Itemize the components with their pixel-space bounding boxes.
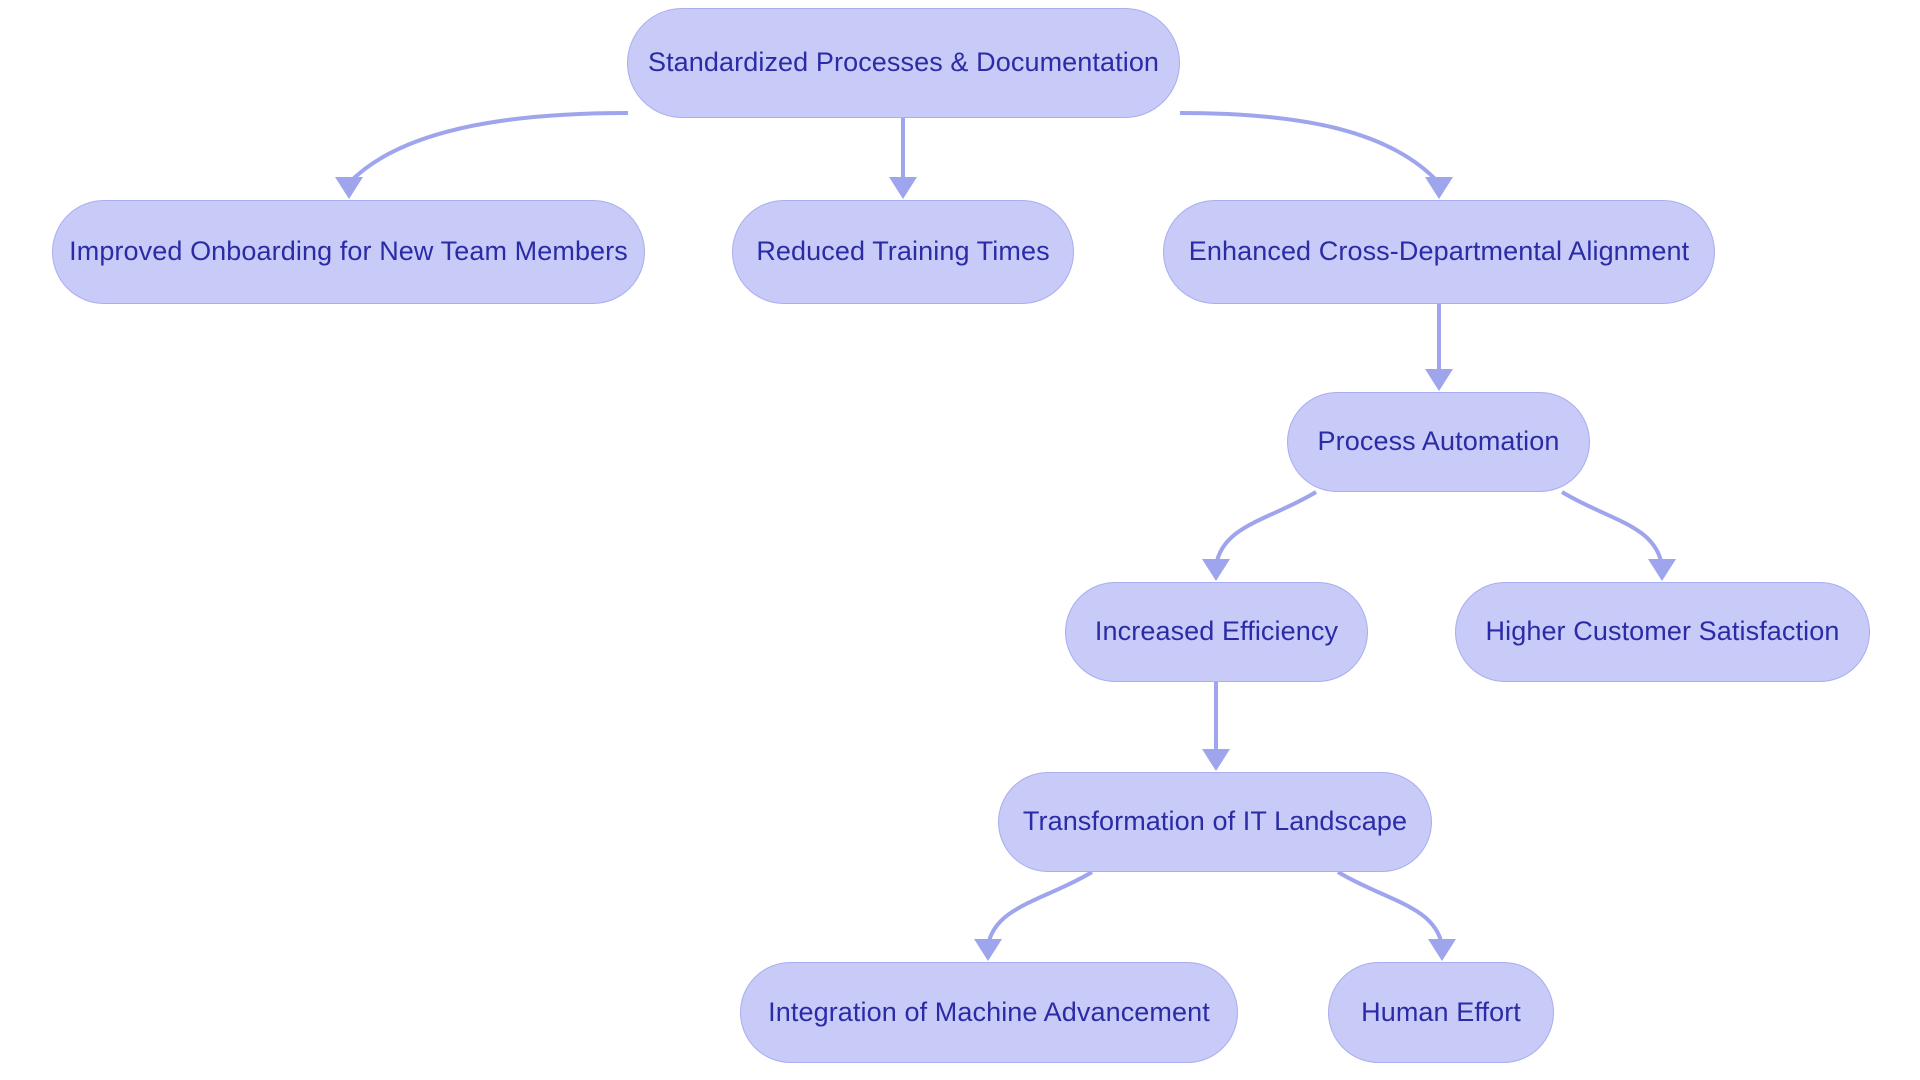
edge-layer xyxy=(335,111,1676,961)
arrowhead-human-effort xyxy=(1428,939,1456,961)
node-label: Transformation of IT Landscape xyxy=(1022,806,1408,837)
node-label: Increased Efficiency xyxy=(1094,616,1339,647)
arrowhead-higher-customer-satisfaction xyxy=(1648,559,1676,581)
node-integration-of-machine-advancement[interactable]: Integration of Machine Advancement xyxy=(740,962,1238,1063)
edge-standardized-processes-documentation-to-improved-onboarding-for-new-team-members xyxy=(347,111,629,185)
node-label: Improved Onboarding for New Team Members xyxy=(69,236,628,267)
node-label: Enhanced Cross-Departmental Alignment xyxy=(1188,236,1690,267)
node-label: Reduced Training Times xyxy=(756,236,1050,267)
node-enhanced-cross-departmental-alignment[interactable]: Enhanced Cross-Departmental Alignment xyxy=(1163,200,1715,304)
node-label: Process Automation xyxy=(1317,426,1560,457)
node-transformation-of-it-landscape[interactable]: Transformation of IT Landscape xyxy=(998,772,1432,872)
node-improved-onboarding-for-new-team-members[interactable]: Improved Onboarding for New Team Members xyxy=(52,200,645,304)
node-increased-efficiency[interactable]: Increased Efficiency xyxy=(1065,582,1368,682)
node-human-effort[interactable]: Human Effort xyxy=(1328,962,1554,1063)
arrowhead-integration-of-machine-advancement xyxy=(974,939,1002,961)
node-label: Integration of Machine Advancement xyxy=(768,996,1210,1027)
node-reduced-training-times[interactable]: Reduced Training Times xyxy=(732,200,1074,304)
flowchart-canvas: Standardized Processes & Documentation Im… xyxy=(0,0,1920,1080)
edge-transformation-of-it-landscape-to-integration-of-machine-advancement xyxy=(986,870,1094,947)
arrowhead-improved-onboarding-for-new-team-members xyxy=(335,177,363,199)
arrowhead-transformation-of-it-landscape xyxy=(1202,749,1230,771)
arrowhead-increased-efficiency xyxy=(1202,559,1230,581)
edge-transformation-of-it-landscape-to-human-effort xyxy=(1336,870,1444,947)
edge-standardized-processes-documentation-to-enhanced-cross-departmental-alignment xyxy=(1179,111,1441,185)
arrowhead-enhanced-cross-departmental-alignment xyxy=(1425,177,1453,199)
node-higher-customer-satisfaction[interactable]: Higher Customer Satisfaction xyxy=(1455,582,1870,682)
edge-process-automation-to-higher-customer-satisfaction xyxy=(1560,490,1664,567)
arrowhead-process-automation xyxy=(1425,369,1453,391)
node-process-automation[interactable]: Process Automation xyxy=(1287,392,1590,492)
node-label: Standardized Processes & Documentation xyxy=(647,47,1160,78)
edge-process-automation-to-increased-efficiency xyxy=(1214,490,1318,567)
node-label: Human Effort xyxy=(1361,996,1521,1027)
node-standardized-processes-documentation[interactable]: Standardized Processes & Documentation xyxy=(627,8,1180,118)
arrowhead-reduced-training-times xyxy=(889,177,917,199)
node-label: Higher Customer Satisfaction xyxy=(1485,616,1840,647)
